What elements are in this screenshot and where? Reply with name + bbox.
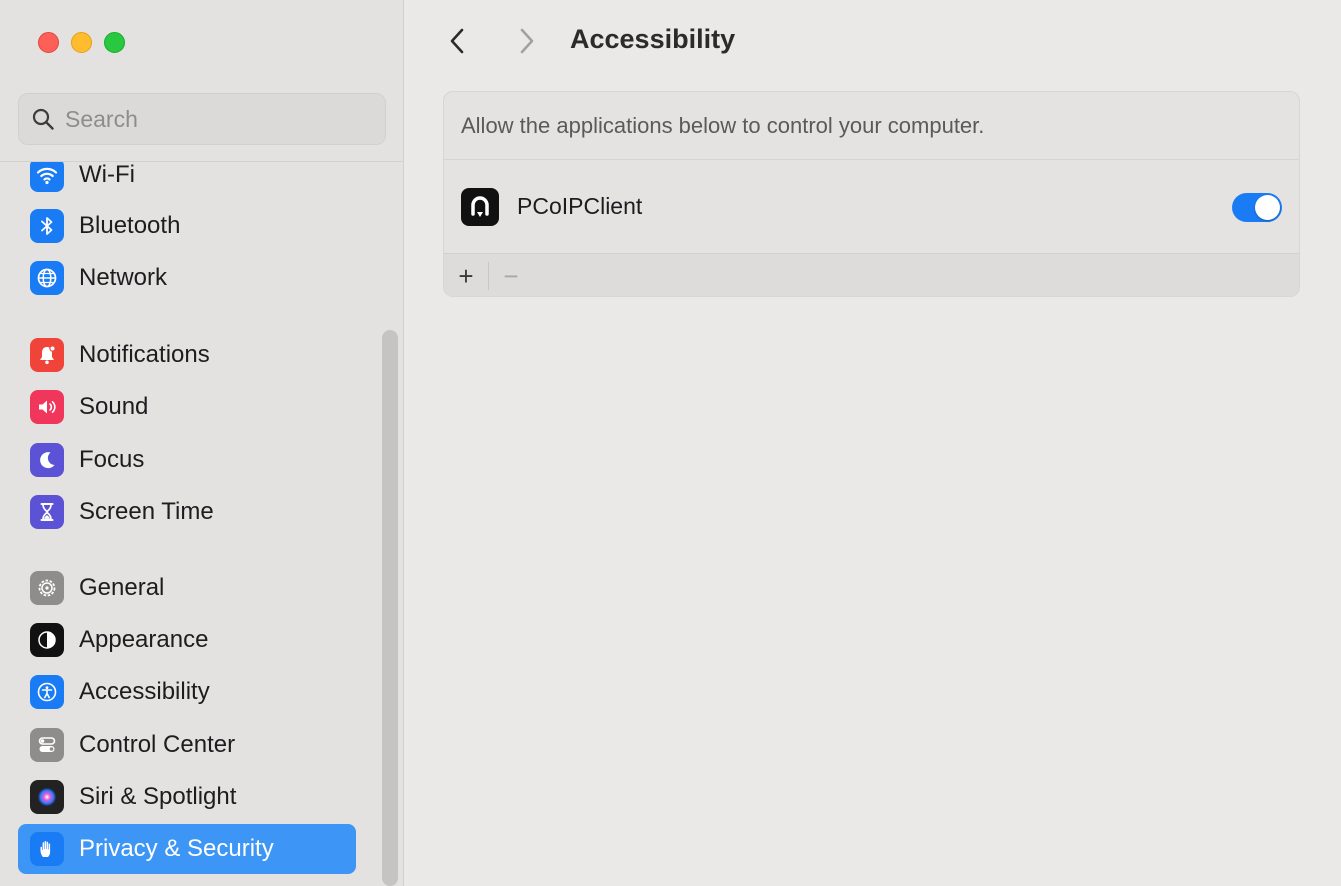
toggles-icon <box>30 728 64 762</box>
sidebar-item-notifications[interactable]: Notifications <box>18 330 356 380</box>
sidebar-item-accessibility[interactable]: Accessibility <box>18 667 356 717</box>
sidebar-item-sound[interactable]: Sound <box>18 382 356 432</box>
sidebar-scrollbar[interactable] <box>382 330 398 886</box>
minimize-window-button[interactable] <box>71 32 92 53</box>
sidebar-item-label: Focus <box>79 446 145 473</box>
wifi-icon <box>30 162 64 192</box>
maximize-window-button[interactable] <box>104 32 125 53</box>
sidebar-item-siri-spotlight[interactable]: Siri & Spotlight <box>18 772 356 822</box>
sidebar-item-network[interactable]: Network <box>18 253 356 303</box>
sidebar-item-label: Notifications <box>79 341 210 368</box>
search-icon <box>32 108 54 130</box>
chevron-right-icon <box>520 28 534 54</box>
sidebar-item-general[interactable]: General <box>18 563 356 613</box>
gear-icon <box>30 571 64 605</box>
appearance-icon <box>30 623 64 657</box>
forward-button[interactable] <box>509 24 543 58</box>
sidebar-item-label: Privacy & Security <box>79 835 274 862</box>
page-title: Accessibility <box>570 24 736 54</box>
hand-icon <box>30 832 64 866</box>
close-window-button[interactable] <box>38 32 59 53</box>
sidebar-item-label: Control Center <box>79 731 236 758</box>
app-enabled-toggle[interactable] <box>1232 193 1282 222</box>
accessibility-icon <box>30 675 64 709</box>
app-name: PCoIPClient <box>517 193 643 219</box>
sidebar-item-label: Siri & Spotlight <box>79 783 237 810</box>
sidebar-item-wifi[interactable]: Wi-Fi <box>18 161 356 200</box>
sidebar-divider <box>0 161 404 162</box>
sidebar-item-label: Accessibility <box>79 678 210 705</box>
sidebar-item-label: Screen Time <box>79 498 214 525</box>
add-app-button[interactable]: + <box>444 254 488 296</box>
sidebar-item-screen-time[interactable]: Screen Time <box>18 487 356 537</box>
system-settings-window: Wi-Fi Bluetooth Network Notifications <box>0 0 1341 886</box>
sidebar: Wi-Fi Bluetooth Network Notifications <box>0 0 404 886</box>
search-input[interactable] <box>65 105 365 133</box>
panel-footer: + − <box>444 254 1299 296</box>
search-field[interactable] <box>18 93 386 145</box>
speaker-icon <box>30 390 64 424</box>
siri-icon <box>30 780 64 814</box>
panel-description: Allow the applications below to control … <box>444 92 1299 160</box>
accessibility-apps-panel: Allow the applications below to control … <box>443 91 1300 297</box>
sidebar-item-label: Network <box>79 264 168 291</box>
traffic-lights <box>38 32 125 53</box>
globe-icon <box>30 261 64 295</box>
sidebar-item-label: Bluetooth <box>79 212 181 239</box>
sidebar-item-appearance[interactable]: Appearance <box>18 615 356 665</box>
sidebar-item-label: Wi-Fi <box>79 161 135 188</box>
list-item[interactable]: PCoIPClient <box>444 160 1299 254</box>
sidebar-item-privacy-security[interactable]: Privacy & Security <box>18 824 356 874</box>
main-content: Accessibility Allow the applications bel… <box>405 0 1341 886</box>
bell-icon <box>30 338 64 372</box>
sidebar-item-label: Sound <box>79 393 149 420</box>
remove-app-button[interactable]: − <box>489 254 533 296</box>
chevron-left-icon <box>450 28 464 54</box>
back-button[interactable] <box>441 24 475 58</box>
pcoip-app-icon <box>461 187 499 226</box>
bluetooth-icon <box>30 209 64 243</box>
sidebar-item-label: General <box>79 574 165 601</box>
sidebar-item-control-center[interactable]: Control Center <box>18 720 356 770</box>
toggle-knob <box>1255 195 1280 220</box>
sidebar-item-bluetooth[interactable]: Bluetooth <box>18 201 356 251</box>
sidebar-item-focus[interactable]: Focus <box>18 435 356 485</box>
moon-icon <box>30 443 64 477</box>
hourglass-icon <box>30 495 64 529</box>
sidebar-item-label: Appearance <box>79 626 209 653</box>
